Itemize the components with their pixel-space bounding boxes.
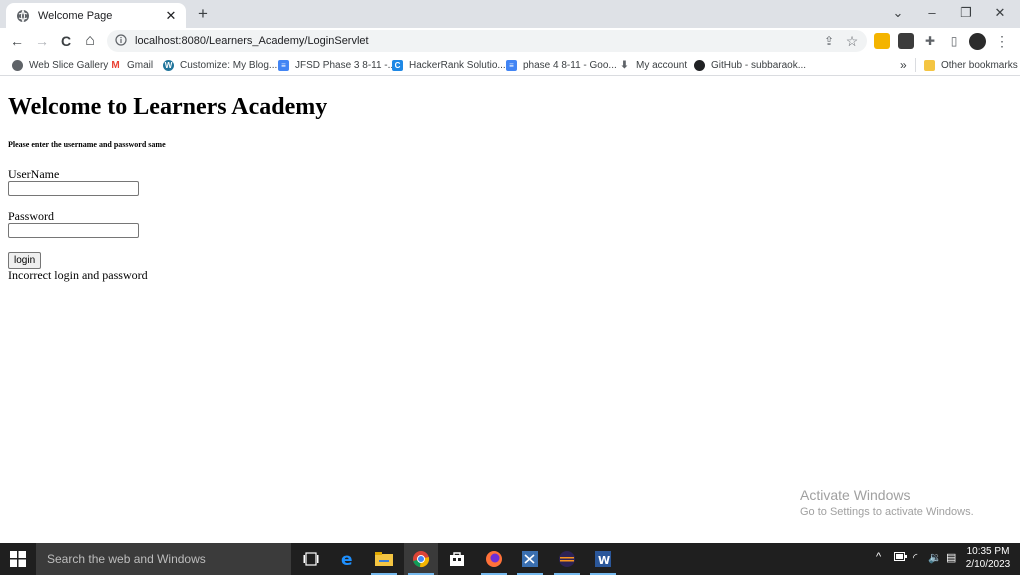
bookmark-label: Gmail [127,59,154,71]
battery-icon[interactable] [894,552,907,564]
site-info-icon[interactable] [115,33,129,49]
page-subtitle: Please enter the username and password s… [8,140,166,149]
store-icon[interactable] [440,543,474,575]
back-button[interactable]: ← [8,32,26,50]
watermark-subtitle: Go to Settings to activate Windows. [800,506,974,518]
github-icon [694,59,705,71]
taskbar-search-box[interactable]: Search the web and Windows [36,543,291,575]
profile-avatar[interactable] [969,33,986,50]
password-label: Password [8,209,55,223]
forward-button[interactable]: → [33,32,51,50]
tab-title: Welcome Page [38,9,113,22]
clock-time: 10:35 PM [966,546,1010,557]
globe-icon [16,9,30,23]
chrome-icon[interactable] [404,543,438,575]
notifications-icon[interactable]: ▤ [946,551,956,564]
network-icon[interactable]: ◜ [913,551,917,564]
other-bookmarks[interactable]: Other bookmarks [924,57,1018,73]
username-label: UserName [8,167,60,181]
bookmark-github[interactable]: GitHub - subbaraok... [694,57,806,73]
wordpress-icon: W [163,59,174,71]
taskbar-clock[interactable]: 10:35 PM 2/10/2023 [960,545,1016,571]
username-input[interactable] [8,181,139,196]
bookmarks-overflow-icon[interactable]: » [900,57,907,73]
tray-overflow-icon[interactable]: ^ [876,551,881,563]
restore-button[interactable]: ❐ [956,4,976,22]
windows-start-icon[interactable] [10,551,26,567]
page-content: Welcome to Learners Academy Please enter… [0,76,1020,543]
bookmark-my-account[interactable]: ⬇ My account [619,57,687,73]
bookmark-label: My account [636,59,688,71]
hackerrank-icon: C [392,59,403,71]
bookmark-label: phase 4 8-11 - Goo... [523,59,617,71]
task-view-icon[interactable] [294,543,328,575]
gmail-icon: M [111,59,120,71]
activate-windows-watermark: Activate Windows Go to Settings to activ… [800,487,974,518]
bookmark-web-slice-gallery[interactable]: Web Slice Gallery [12,57,108,73]
docs-icon: ≡ [278,59,289,71]
watermark-title: Activate Windows [800,487,911,503]
folder-icon [924,59,935,71]
tab-search-icon[interactable]: ⌄ [888,4,908,22]
bookmark-jfsd-phase-3[interactable]: ≡ JFSD Phase 3 8-11 -... [278,57,396,73]
bookmarks-bar: Web Slice Gallery M Gmail W Customize: M… [0,54,1020,76]
address-bar[interactable]: localhost:8080/Learners_Academy/LoginSer… [107,30,867,52]
bookmark-label: Customize: My Blog... [180,59,278,71]
clock-date: 2/10/2023 [965,559,1011,570]
bookmark-phase-4[interactable]: ≡ phase 4 8-11 - Goo... [506,57,617,73]
tab-strip: Welcome Page ✕ + ⌄ – ❐ ✕ [0,0,1020,28]
bookmark-star-icon[interactable]: ☆ [843,31,861,51]
docs-icon: ≡ [506,59,517,71]
svg-text:W: W [598,554,610,567]
bookmark-label: GitHub - subbaraok... [711,59,807,71]
browser-toolbar: ← → C ⌂ localhost:8080/Learners_Academy/… [0,28,1020,54]
globe-icon [12,59,23,71]
bookmark-label: Web Slice Gallery [29,59,109,71]
share-icon[interactable]: ⇪ [820,31,838,51]
login-button[interactable]: login [8,252,42,269]
account-icon: ⬇ [620,59,629,71]
close-window-button[interactable]: ✕ [990,4,1010,22]
extension-1-icon[interactable] [874,33,890,49]
file-explorer-icon[interactable] [367,543,401,575]
bookmark-gmail[interactable]: M Gmail [110,57,153,73]
svg-text:e: e [341,550,353,568]
other-bookmarks-label: Other bookmarks [941,59,1018,71]
taskbar-search-placeholder: Search the web and Windows [47,552,206,566]
bookmark-label: HackerRank Solutio... [409,59,506,71]
vscode-icon[interactable] [513,543,547,575]
bookmarks-divider [915,58,916,72]
bookmark-customize-blog[interactable]: W Customize: My Blog... [163,57,277,73]
word-icon[interactable]: W [586,543,620,575]
eclipse-icon[interactable] [550,543,584,575]
tab-close-icon[interactable]: ✕ [164,8,178,24]
bookmark-hackerrank[interactable]: C HackerRank Solutio... [392,57,506,73]
page-heading: Welcome to Learners Academy [8,94,328,120]
chrome-menu-icon[interactable]: ⋮ [993,31,1011,51]
minimize-button[interactable]: – [922,4,942,22]
new-tab-button[interactable]: + [195,5,211,23]
volume-icon[interactable]: 🔉 [928,551,942,564]
bookmark-label: JFSD Phase 3 8-11 -... [295,59,396,71]
tab-welcome-page[interactable]: Welcome Page ✕ [6,3,186,28]
firefox-icon[interactable] [477,543,511,575]
password-input[interactable] [8,223,139,238]
extensions-puzzle-icon[interactable]: ✚ [921,31,939,51]
home-button[interactable]: ⌂ [81,32,99,50]
windows-taskbar: Search the web and Windows e W ^ ◜ 🔉 ▤ 1… [0,543,1020,575]
url-text: localhost:8080/Learners_Academy/LoginSer… [135,35,369,47]
extension-2-icon[interactable] [898,33,914,49]
error-message: Incorrect login and password [8,268,148,282]
reload-button[interactable]: C [57,32,75,50]
edge-icon[interactable]: e [331,543,365,575]
side-panel-icon[interactable]: ▯ [945,31,963,51]
